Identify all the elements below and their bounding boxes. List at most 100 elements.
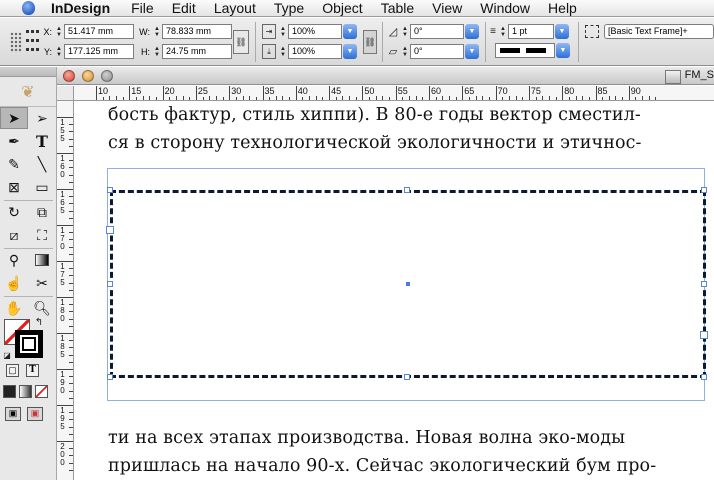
vertical-ruler[interactable]: 155 160 165 170 175 180 185 190 195 200	[57, 101, 74, 480]
scale-y-input[interactable]: 100%	[288, 44, 342, 59]
out-port[interactable]	[700, 331, 708, 339]
ruler-minor-tick	[155, 97, 157, 100]
x-stepper[interactable]: ▲ ▼	[54, 24, 64, 39]
preview-view-icon[interactable]: ▣	[27, 407, 43, 421]
menu-file[interactable]: File	[122, 0, 163, 16]
y-input[interactable]: 177.125 mm	[64, 44, 134, 59]
rotation-stepper[interactable]: ▲ ▼	[400, 24, 410, 39]
stroke-type-dropdown[interactable]: ▼	[556, 43, 570, 58]
selection-handle[interactable]	[107, 374, 113, 380]
menu-layout[interactable]: Layout	[205, 0, 265, 16]
selection-handle[interactable]	[107, 187, 113, 193]
w-stepper[interactable]: ▲ ▼	[152, 24, 162, 39]
selection-handle[interactable]	[404, 187, 410, 193]
scissors-icon[interactable]: ✂	[28, 272, 56, 294]
pencil-icon[interactable]: ✎	[0, 153, 28, 175]
formatting-text-icon[interactable]: T	[26, 364, 39, 377]
body-text-line[interactable]: ся в сторону технологической экологичнос…	[108, 129, 708, 158]
body-text-line[interactable]: пришлась на начало 90-х. Сейчас экологич…	[108, 452, 708, 480]
selection-handle[interactable]	[404, 374, 410, 380]
body-text-line[interactable]: бость фактур, стиль хиппи). В 80-е годы …	[108, 101, 708, 130]
ruler-minor-tick	[588, 97, 590, 100]
constrain-proportions-icon[interactable]: ⛓	[233, 30, 249, 54]
shear-stepper[interactable]: ▲ ▼	[400, 44, 410, 59]
horizontal-ruler[interactable]: 10 15 20 25 30 35 40 45 50 55 60 65 70 75 80 85 90	[74, 86, 714, 101]
stroke-swatch[interactable]	[15, 330, 43, 358]
document-page[interactable]: бость фактур, стиль хиппи). В 80-е годы …	[75, 101, 714, 480]
scale-x-input[interactable]: 100%	[288, 24, 342, 39]
w-input[interactable]: 78.833 mm	[162, 24, 232, 39]
constrain-scale-icon[interactable]: ⛓	[363, 30, 377, 54]
panel-grip-icon[interactable]	[10, 32, 22, 52]
menu-app-name[interactable]: InDesign	[37, 0, 122, 16]
line-icon[interactable]: ╲	[28, 153, 56, 175]
menu-table[interactable]: Table	[372, 0, 423, 16]
scale-x-stepper[interactable]: ▲ ▼	[278, 24, 288, 39]
scale-y-dropdown[interactable]: ▼	[343, 44, 357, 59]
ruler-minor-tick	[69, 282, 73, 284]
menu-help[interactable]: Help	[539, 0, 586, 16]
shear-dropdown[interactable]: ▼	[465, 44, 479, 59]
apply-gradient-icon[interactable]	[19, 385, 32, 398]
default-colors-icon[interactable]: ◪	[2, 350, 12, 360]
x-position-field: X: ▲ ▼ 51.417 mm	[40, 24, 134, 39]
body-text-line[interactable]: ти на всех этапах производства. Новая во…	[108, 424, 708, 453]
stroke-type-select[interactable]	[495, 43, 555, 58]
scale-icon[interactable]: ⧉	[28, 201, 56, 223]
shear-input[interactable]: 0°	[410, 44, 464, 59]
divider	[255, 22, 256, 62]
rotation-input[interactable]: 0°	[410, 24, 464, 39]
ruler-minor-tick	[508, 96, 510, 100]
menu-view[interactable]: View	[423, 0, 471, 16]
ruler-origin[interactable]	[57, 86, 74, 101]
type-icon[interactable]: T	[28, 130, 56, 152]
stroke-weight-stepper[interactable]: ▲ ▼	[498, 24, 508, 39]
h-input[interactable]: 24.75 mm	[162, 44, 232, 59]
selection-handle[interactable]	[701, 281, 707, 287]
object-style-select[interactable]: [Basic Text Frame]+	[604, 24, 714, 39]
rectangle-frame-icon[interactable]: ⊠	[0, 176, 28, 198]
swap-colors-icon[interactable]: ↰	[34, 317, 44, 328]
menu-object[interactable]: Object	[313, 0, 371, 16]
direct-selection-icon[interactable]: ➢	[28, 107, 56, 129]
selection-icon[interactable]: ➤	[0, 107, 28, 129]
free-transform-icon[interactable]: ⛶	[28, 224, 56, 246]
stroke-weight-dropdown[interactable]: ▼	[555, 24, 569, 39]
minimize-window-button[interactable]	[82, 70, 94, 82]
selection-handle[interactable]	[701, 374, 707, 380]
in-port[interactable]	[106, 226, 114, 234]
selection-handle[interactable]	[701, 187, 707, 193]
menu-window[interactable]: Window	[471, 0, 539, 16]
gradient-icon[interactable]	[28, 249, 56, 271]
formatting-container-icon[interactable]: ▢	[6, 364, 19, 377]
scale-x-dropdown[interactable]: ▼	[343, 24, 357, 39]
menu-edit[interactable]: Edit	[163, 0, 205, 16]
zoom-window-button[interactable]	[101, 70, 113, 82]
x-label: X:	[43, 26, 52, 37]
ruler-minor-tick	[222, 97, 224, 100]
normal-view-icon[interactable]: ▣	[5, 407, 21, 421]
shear-icon[interactable]: ⧄	[0, 224, 28, 246]
rotation-dropdown[interactable]: ▼	[465, 24, 479, 39]
menu-type[interactable]: Type	[265, 0, 313, 16]
apple-logo-icon[interactable]	[20, 0, 37, 16]
apply-none-icon[interactable]	[35, 385, 48, 398]
ruler-minor-tick	[122, 97, 124, 100]
pen-icon[interactable]: ✒	[0, 130, 28, 152]
x-input[interactable]: 51.417 mm	[64, 24, 134, 39]
selection-handle[interactable]	[107, 281, 113, 287]
reference-point-icon[interactable]	[26, 30, 40, 52]
hand-icon[interactable]: ✋	[0, 297, 28, 319]
close-window-button[interactable]	[63, 70, 75, 82]
eyedropper-icon[interactable]: ⚲	[0, 249, 28, 271]
tools-panel-titlebar[interactable]	[0, 67, 56, 77]
rotate-icon[interactable]: ↻	[0, 201, 28, 223]
button-icon[interactable]: ☝	[0, 272, 28, 294]
rectangle-icon[interactable]: ▭	[28, 176, 56, 198]
ruler-minor-tick	[69, 340, 73, 342]
scale-y-stepper[interactable]: ▲ ▼	[278, 44, 288, 59]
y-stepper[interactable]: ▲ ▼	[54, 44, 64, 59]
apply-color-icon[interactable]	[3, 385, 16, 398]
stroke-weight-input[interactable]: 1 pt	[508, 24, 554, 39]
h-stepper[interactable]: ▲ ▼	[152, 44, 162, 59]
